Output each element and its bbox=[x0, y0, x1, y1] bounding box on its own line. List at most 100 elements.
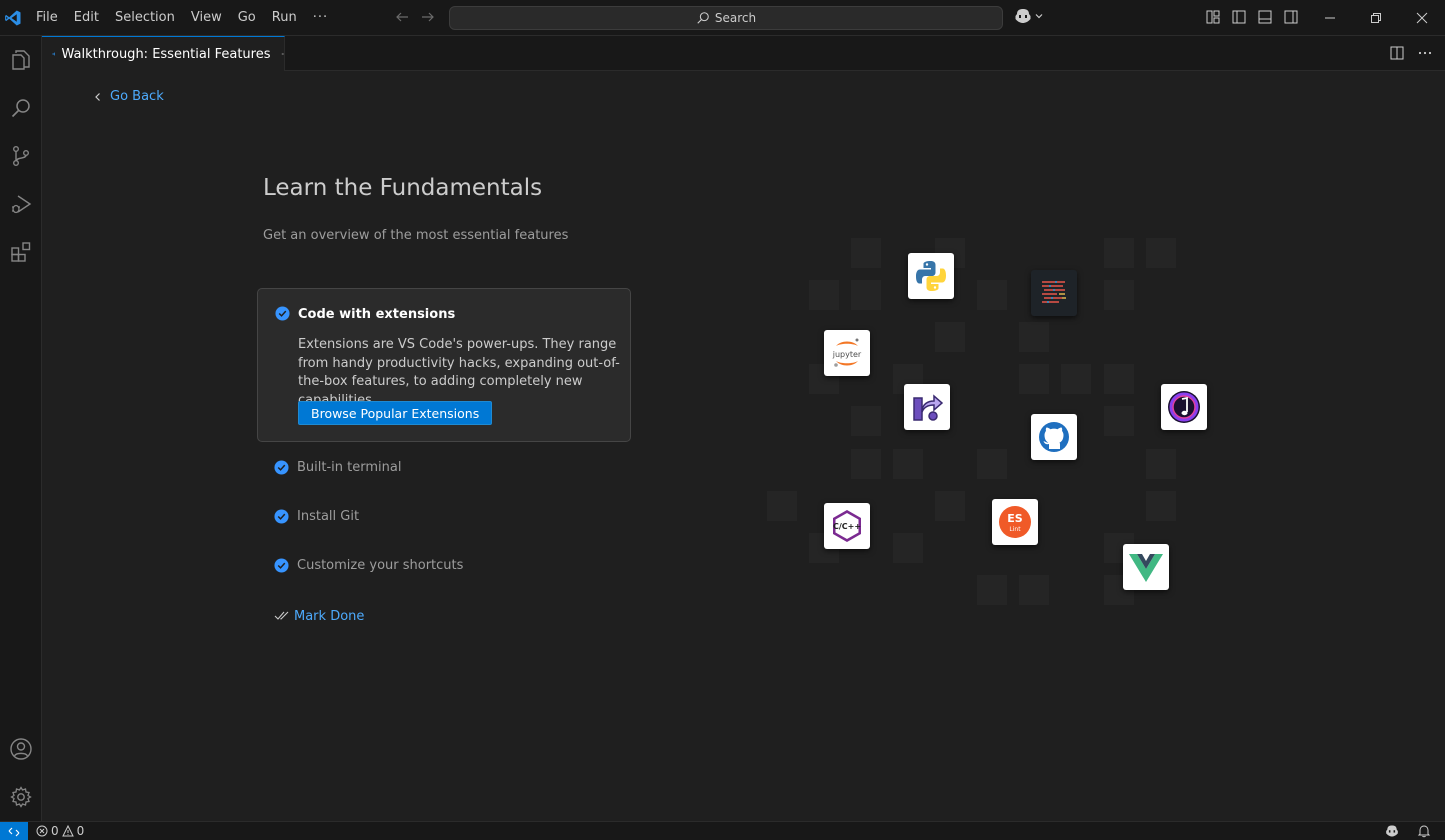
grid-square bbox=[1146, 449, 1176, 479]
explorer-button[interactable] bbox=[0, 39, 42, 81]
navigation-arrows bbox=[394, 9, 436, 25]
search-label: Search bbox=[714, 11, 757, 25]
eslint-es-text: ES bbox=[1007, 512, 1023, 525]
remote-indicator-button[interactable] bbox=[0, 822, 28, 840]
go-back-link[interactable]: Go Back bbox=[92, 89, 164, 104]
menu-more-button[interactable]: ··· bbox=[305, 6, 336, 30]
mark-done-link[interactable]: Mark Done bbox=[274, 608, 364, 624]
status-bar-right bbox=[1385, 824, 1431, 838]
back-arrow-icon[interactable] bbox=[394, 9, 410, 25]
remote-icon bbox=[8, 827, 20, 836]
github-icon bbox=[1039, 422, 1069, 452]
browse-popular-extensions-button[interactable]: Browse Popular Extensions bbox=[298, 401, 493, 425]
step-customize-shortcuts[interactable]: Customize your shortcuts bbox=[274, 558, 463, 573]
vue-icon bbox=[1129, 554, 1163, 582]
check-circle-icon bbox=[275, 306, 290, 321]
go-back-label: Go Back bbox=[110, 89, 164, 104]
menu-selection[interactable]: Selection bbox=[107, 6, 183, 30]
jupyter-icon: jupyter bbox=[832, 338, 862, 367]
cpp-icon: C/C++ bbox=[833, 510, 861, 542]
manage-button[interactable] bbox=[0, 776, 42, 818]
vue-extension-tile bbox=[1123, 544, 1169, 590]
extensions-button[interactable] bbox=[0, 231, 42, 273]
run-debug-button[interactable] bbox=[0, 183, 42, 225]
more-actions-icon[interactable] bbox=[1417, 45, 1433, 61]
close-icon bbox=[1416, 12, 1428, 24]
grid-square bbox=[1019, 575, 1049, 605]
close-window-button[interactable] bbox=[1399, 0, 1445, 36]
step-label: Built-in terminal bbox=[297, 460, 402, 475]
menu-view[interactable]: View bbox=[183, 6, 230, 30]
notifications-bell-icon[interactable] bbox=[1417, 824, 1431, 838]
step-title: Code with extensions bbox=[298, 307, 456, 322]
forward-arrow-icon[interactable] bbox=[420, 9, 436, 25]
grid-square bbox=[809, 280, 839, 310]
jupyter-extension-tile: jupyter bbox=[824, 330, 870, 376]
minimize-button[interactable] bbox=[1307, 0, 1353, 36]
toggle-secondary-sidebar-icon[interactable] bbox=[1283, 9, 1299, 25]
music-extension-tile bbox=[1161, 384, 1207, 430]
tab-label: Walkthrough: Essential Features bbox=[61, 46, 271, 62]
grid-square bbox=[1104, 533, 1134, 563]
step-code-with-extensions[interactable]: Code with extensions Extensions are VS C… bbox=[257, 288, 631, 442]
page-title: Learn the Fundamentals bbox=[263, 175, 543, 201]
warning-icon bbox=[61, 825, 74, 837]
grid-square bbox=[935, 238, 965, 268]
step-label: Install Git bbox=[297, 509, 360, 524]
editor-actions bbox=[1389, 45, 1433, 61]
accounts-button[interactable] bbox=[0, 728, 42, 770]
grid-square bbox=[809, 364, 839, 394]
grid-square bbox=[893, 449, 923, 479]
toggle-primary-sidebar-icon[interactable] bbox=[1231, 9, 1247, 25]
layout-controls bbox=[1205, 9, 1299, 25]
chevron-down-icon bbox=[1035, 14, 1043, 19]
command-center-search[interactable]: Search bbox=[449, 6, 1003, 30]
step-description: Extensions are VS Code's power-ups. They… bbox=[298, 337, 620, 408]
editor-tab-bar: Walkthrough: Essential Features bbox=[42, 36, 1445, 71]
step-label: Customize your shortcuts bbox=[297, 558, 464, 573]
explorer-icon bbox=[12, 50, 30, 70]
grid-square bbox=[893, 364, 923, 394]
copilot-icon bbox=[1015, 9, 1031, 23]
menu-file[interactable]: File bbox=[28, 6, 66, 30]
copilot-menu-button[interactable] bbox=[1014, 8, 1044, 24]
run-debug-icon bbox=[12, 195, 32, 214]
menu-edit[interactable]: Edit bbox=[66, 6, 107, 30]
error-count: 0 bbox=[51, 824, 59, 838]
eslint-extension-tile: ES Lint bbox=[992, 499, 1038, 545]
code-minimap-icon bbox=[1039, 278, 1069, 308]
search-icon bbox=[11, 99, 30, 118]
eslint-lint-text: Lint bbox=[1009, 526, 1021, 533]
copilot-icon[interactable] bbox=[1385, 824, 1399, 838]
grid-square bbox=[1104, 280, 1134, 310]
menu-go[interactable]: Go bbox=[230, 6, 264, 30]
toggle-panel-icon[interactable] bbox=[1257, 9, 1273, 25]
source-control-button[interactable] bbox=[0, 135, 42, 177]
account-icon bbox=[10, 738, 32, 760]
menu-run[interactable]: Run bbox=[264, 6, 305, 30]
tab-walkthrough[interactable]: Walkthrough: Essential Features bbox=[42, 36, 285, 71]
step-built-in-terminal[interactable]: Built-in terminal bbox=[274, 460, 401, 475]
search-view-button[interactable] bbox=[0, 87, 42, 129]
restore-button[interactable] bbox=[1353, 0, 1399, 36]
python-icon bbox=[916, 261, 946, 291]
cpp-extension-tile: C/C++ bbox=[824, 503, 870, 549]
grid-square bbox=[809, 533, 839, 563]
grid-square bbox=[977, 575, 1007, 605]
grid-square bbox=[935, 322, 965, 352]
check-circle-icon bbox=[274, 460, 289, 475]
problems-indicator[interactable]: 0 0 bbox=[36, 824, 84, 838]
activity-bar bbox=[0, 36, 42, 821]
step-install-git[interactable]: Install Git bbox=[274, 509, 359, 524]
extensions-icon bbox=[11, 242, 31, 262]
status-bar: 0 0 bbox=[0, 821, 1445, 840]
split-editor-icon[interactable] bbox=[1389, 45, 1405, 61]
grid-square bbox=[1146, 238, 1176, 268]
grid-square bbox=[1146, 491, 1176, 521]
grid-square bbox=[851, 280, 881, 310]
close-icon[interactable] bbox=[281, 46, 284, 62]
walkthrough-editor: jupyter C/C++ ES Lint Go Back Learn the … bbox=[42, 71, 1445, 821]
customize-layout-icon[interactable] bbox=[1205, 9, 1221, 25]
extensions-illustration: jupyter C/C++ ES Lint bbox=[42, 71, 1445, 821]
grid-square bbox=[1104, 238, 1134, 268]
